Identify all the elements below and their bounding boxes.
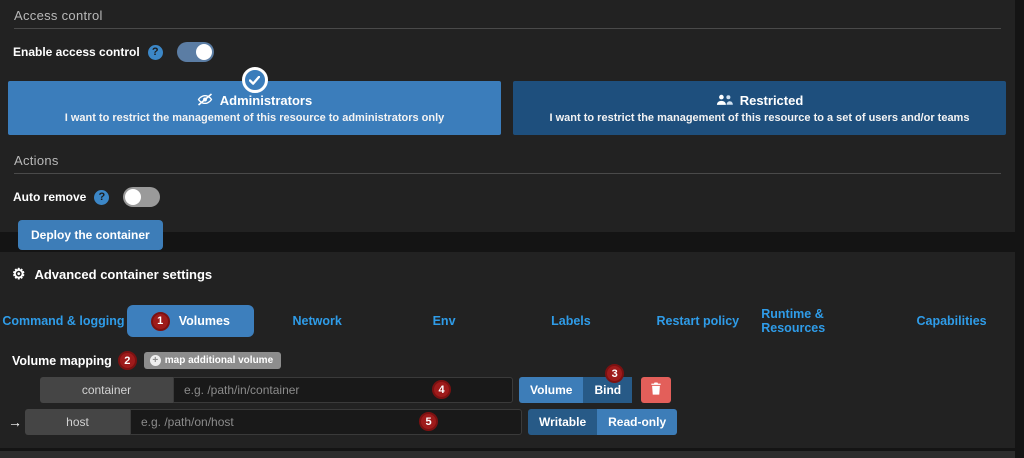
gear-icon: ⚙ (12, 267, 25, 282)
tab-runtime-resources[interactable]: Runtime & Resources (761, 305, 888, 337)
writable-button[interactable]: Writable (528, 409, 597, 435)
tab-restart-policy[interactable]: Restart policy (634, 305, 761, 337)
enable-access-control-toggle[interactable] (177, 42, 214, 62)
restricted-option-label: Restricted (740, 93, 804, 108)
enable-access-control-label: Enable access control (13, 45, 140, 59)
plus-circle-icon: + (150, 355, 161, 366)
deploy-container-button[interactable]: Deploy the container (18, 220, 163, 250)
advanced-settings-header: ⚙ Advanced container settings (0, 252, 1015, 282)
tab-label: Command & logging (2, 314, 124, 328)
actions-title: Actions (14, 145, 1001, 174)
advanced-settings-panel: ⚙ Advanced container settings Command & … (0, 252, 1015, 448)
read-only-button[interactable]: Read-only (597, 409, 677, 435)
tab-label: Env (433, 314, 456, 328)
next-widget-edge (0, 451, 1015, 458)
tab-label: Runtime & Resources (761, 307, 888, 335)
access-option-administrators[interactable]: Administrators I want to restrict the ma… (8, 81, 501, 135)
tab-labels[interactable]: Labels (508, 305, 635, 337)
container-field-label: container (40, 377, 173, 403)
host-input-wrap: 5 (130, 409, 522, 435)
tab-label: Capabilities (916, 314, 986, 328)
volume-row-container: container 4 Volume Bind 3 (40, 377, 1015, 403)
access-option-restricted[interactable]: Restricted I want to restrict the manage… (513, 81, 1006, 135)
annotation-badge-5: 5 (419, 412, 438, 431)
volume-mapping-header: Volume mapping 2 + map additional volume (12, 351, 1015, 370)
map-additional-volume-button[interactable]: + map additional volume (144, 352, 281, 369)
administrators-option-description: I want to restrict the management of thi… (65, 112, 445, 124)
eye-slash-icon (197, 93, 213, 109)
remove-volume-button[interactable] (641, 377, 671, 403)
restricted-option-title: Restricted (716, 93, 804, 109)
annotation-badge-3: 3 (605, 364, 624, 383)
access-control-panel: Access control Enable access control ? A… (0, 0, 1015, 232)
toggle-knob (125, 189, 141, 205)
enable-access-control-row: Enable access control ? (13, 42, 1015, 62)
tab-label: Labels (551, 314, 591, 328)
users-icon (716, 93, 733, 109)
annotation-badge-4: 4 (432, 380, 451, 399)
access-mode-toggle-group: Writable Read-only (528, 409, 677, 435)
volume-type-toggle-group: Volume Bind 3 (519, 377, 632, 403)
access-control-options: Administrators I want to restrict the ma… (8, 81, 1006, 135)
map-additional-volume-label: map additional volume (165, 355, 273, 366)
host-path-input[interactable] (130, 409, 522, 435)
administrators-option-label: Administrators (220, 93, 312, 108)
container-path-input[interactable] (173, 377, 513, 403)
advanced-settings-title: Advanced container settings (34, 267, 212, 282)
auto-remove-label: Auto remove (13, 190, 86, 204)
annotation-badge-1: 1 (151, 312, 170, 331)
access-control-title: Access control (14, 0, 1001, 29)
tab-label: Volumes (179, 314, 230, 328)
tab-env[interactable]: Env (381, 305, 508, 337)
tab-label: Network (293, 314, 342, 328)
tab-network[interactable]: Network (254, 305, 381, 337)
restricted-option-description: I want to restrict the management of thi… (550, 112, 970, 124)
host-field-label: host (25, 409, 130, 435)
selected-check-icon (242, 67, 268, 93)
auto-remove-toggle[interactable] (123, 187, 160, 207)
tab-volumes[interactable]: 1 Volumes (127, 305, 254, 337)
volume-mapping-title: Volume mapping (12, 354, 112, 368)
tab-label: Restart policy (656, 314, 739, 328)
auto-remove-row: Auto remove ? (13, 187, 1015, 207)
tab-command-logging[interactable]: Command & logging (0, 305, 127, 337)
help-icon[interactable]: ? (94, 190, 109, 205)
arrow-right-icon: → (8, 414, 25, 430)
administrators-option-title: Administrators (197, 93, 312, 109)
volume-type-button[interactable]: Volume (519, 377, 583, 403)
trash-icon (650, 382, 662, 398)
container-input-wrap: 4 (173, 377, 513, 403)
volume-row-host: → host 5 Writable Read-only (8, 409, 1015, 435)
tab-capabilities[interactable]: Capabilities (888, 305, 1015, 337)
help-icon[interactable]: ? (148, 45, 163, 60)
settings-tabs: Command & logging 1 Volumes Network Env … (0, 305, 1015, 337)
annotation-badge-2: 2 (118, 351, 137, 370)
toggle-knob (196, 44, 212, 60)
